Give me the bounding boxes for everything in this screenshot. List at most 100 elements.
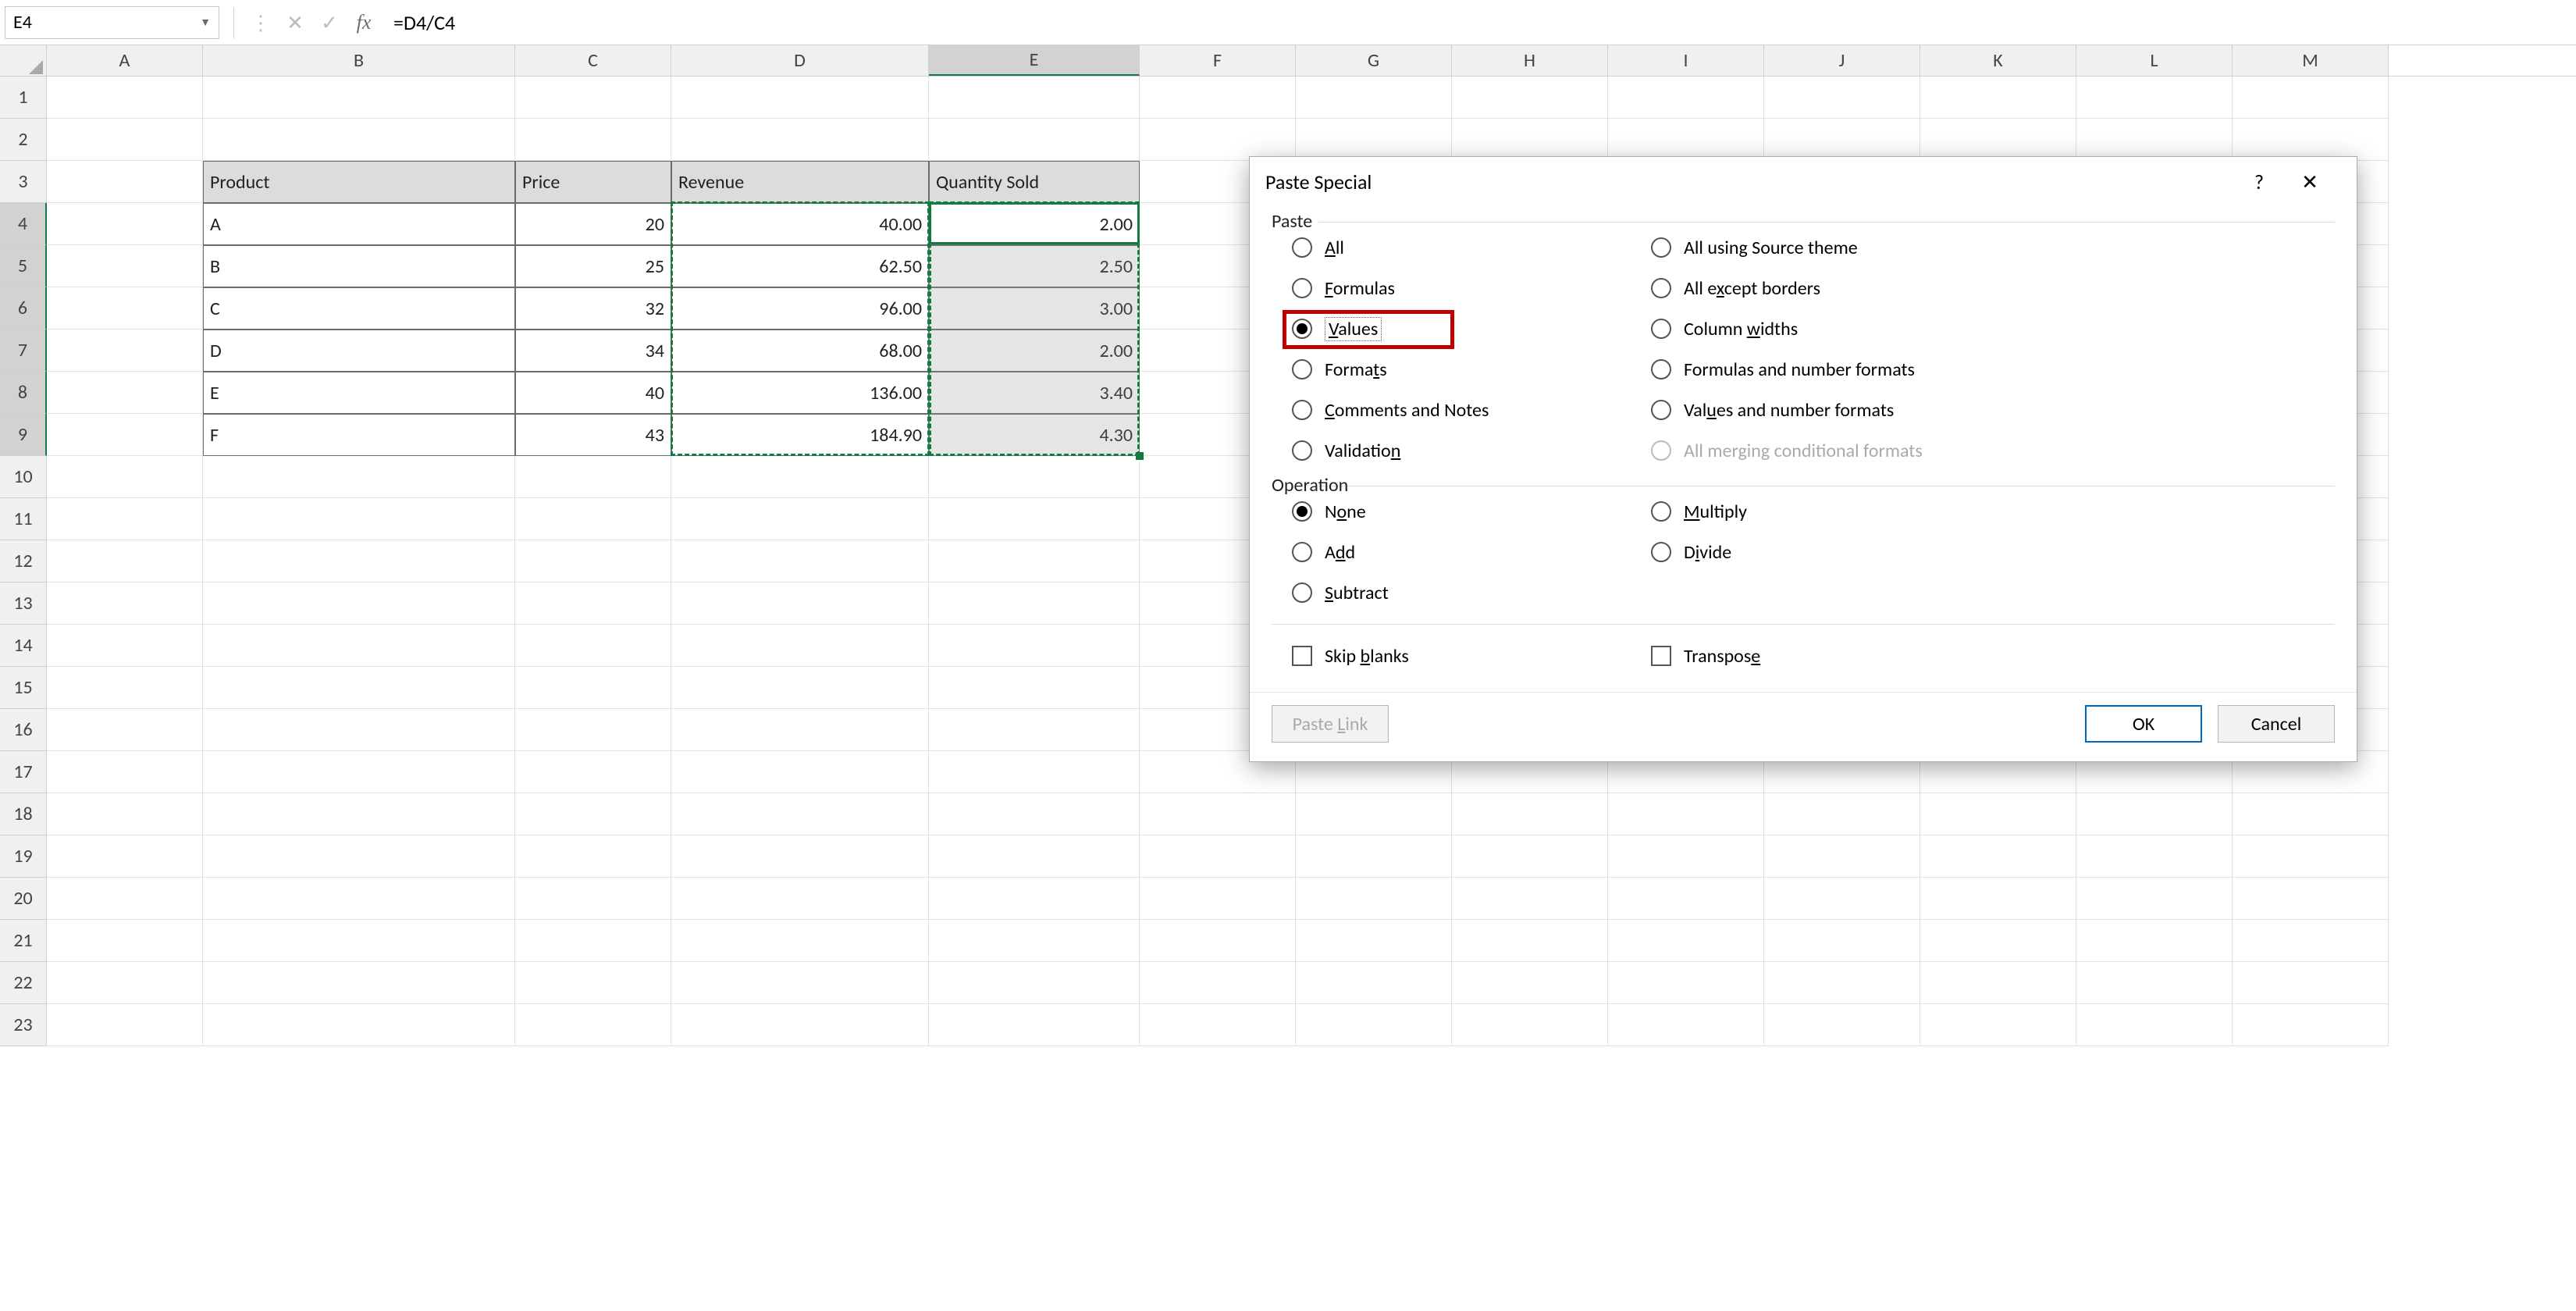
cell[interactable] [1140, 920, 1296, 962]
radio-formulas-nfmt[interactable]: Formulas and number formats [1631, 349, 2335, 390]
cell[interactable] [47, 540, 203, 582]
cell[interactable] [1140, 119, 1296, 161]
cell[interactable] [2233, 878, 2389, 920]
cell[interactable] [47, 962, 203, 1004]
cell[interactable]: 3.40 [929, 372, 1140, 414]
cell[interactable] [1764, 835, 1920, 878]
cell[interactable] [671, 625, 929, 667]
row-header-21[interactable]: 21 [0, 920, 47, 962]
col-header-D[interactable]: D [671, 45, 929, 76]
cell[interactable] [203, 540, 515, 582]
formula-input[interactable] [381, 6, 2576, 39]
col-header-C[interactable]: C [515, 45, 671, 76]
cell[interactable]: E [203, 372, 515, 414]
cell[interactable] [1608, 1004, 1764, 1046]
cell[interactable] [47, 709, 203, 751]
cell[interactable] [2233, 77, 2389, 119]
cell[interactable] [1920, 878, 2076, 920]
cell[interactable] [2076, 1004, 2233, 1046]
cell[interactable] [1608, 835, 1764, 878]
cell[interactable] [47, 372, 203, 414]
radio-none[interactable]: None [1272, 491, 1631, 532]
radio-formulas[interactable]: Formulas [1272, 268, 1631, 308]
cell[interactable] [515, 625, 671, 667]
cancel-formula-icon[interactable]: ✕ [278, 5, 312, 40]
cell[interactable]: 2.00 [929, 203, 1140, 245]
cell[interactable]: 3.00 [929, 287, 1140, 330]
cell[interactable] [929, 709, 1140, 751]
cell[interactable] [1764, 119, 1920, 161]
cell[interactable] [47, 751, 203, 793]
cell[interactable] [671, 793, 929, 835]
checkbox-transpose[interactable]: Transpose [1631, 636, 2335, 676]
cell[interactable]: 34 [515, 330, 671, 372]
name-box-dropdown-icon[interactable]: ▼ [200, 16, 211, 29]
cell[interactable] [515, 456, 671, 498]
cell[interactable] [929, 793, 1140, 835]
cell[interactable] [515, 498, 671, 540]
cell[interactable] [515, 667, 671, 709]
cell[interactable] [203, 1004, 515, 1046]
cell[interactable] [1452, 793, 1608, 835]
row-header-17[interactable]: 17 [0, 751, 47, 793]
radio-all-except-borders[interactable]: All except borders [1631, 268, 2335, 308]
cell[interactable] [929, 77, 1140, 119]
select-all-corner[interactable] [0, 45, 47, 76]
cell[interactable] [1452, 119, 1608, 161]
cell[interactable] [47, 77, 203, 119]
cell[interactable]: 40 [515, 372, 671, 414]
row-header-14[interactable]: 14 [0, 625, 47, 667]
cell[interactable] [47, 245, 203, 287]
cell[interactable] [47, 667, 203, 709]
cell[interactable] [515, 119, 671, 161]
cell[interactable] [929, 119, 1140, 161]
row-header-22[interactable]: 22 [0, 962, 47, 1004]
cell[interactable] [1764, 878, 1920, 920]
cell[interactable] [1764, 920, 1920, 962]
row-header-18[interactable]: 18 [0, 793, 47, 835]
cell[interactable]: 184.90 [671, 414, 929, 456]
cell[interactable] [929, 751, 1140, 793]
col-header-J[interactable]: J [1764, 45, 1920, 76]
cell[interactable] [929, 962, 1140, 1004]
cell[interactable] [203, 835, 515, 878]
fx-icon[interactable]: fx [347, 5, 381, 40]
cell[interactable] [47, 625, 203, 667]
cell[interactable] [929, 498, 1140, 540]
cell[interactable]: 96.00 [671, 287, 929, 330]
cell[interactable]: 2.00 [929, 330, 1140, 372]
cell[interactable] [203, 709, 515, 751]
cancel-button[interactable]: Cancel [2218, 705, 2335, 743]
options-dots-icon[interactable]: ⋮ [244, 5, 278, 40]
cell[interactable] [671, 962, 929, 1004]
col-header-E[interactable]: E [929, 45, 1140, 76]
cell[interactable] [1764, 793, 1920, 835]
radio-multiply[interactable]: Multiply [1631, 491, 2335, 532]
radio-formats[interactable]: Formats [1272, 349, 1631, 390]
cell[interactable] [929, 1004, 1140, 1046]
row-header-23[interactable]: 23 [0, 1004, 47, 1046]
cell[interactable] [2076, 793, 2233, 835]
enter-formula-icon[interactable]: ✓ [312, 5, 347, 40]
cell[interactable] [1140, 77, 1296, 119]
cell[interactable] [515, 582, 671, 625]
row-header-19[interactable]: 19 [0, 835, 47, 878]
cell[interactable] [1920, 962, 2076, 1004]
cell[interactable] [1296, 835, 1452, 878]
cell[interactable]: D [203, 330, 515, 372]
radio-subtract[interactable]: Subtract [1272, 572, 1631, 613]
col-header-M[interactable]: M [2233, 45, 2389, 76]
row-header-7[interactable]: 7 [0, 330, 47, 372]
cell[interactable] [929, 667, 1140, 709]
cell[interactable] [2233, 793, 2389, 835]
row-header-3[interactable]: 3 [0, 161, 47, 203]
cell[interactable] [1608, 119, 1764, 161]
cell[interactable]: 62.50 [671, 245, 929, 287]
cell[interactable] [1608, 878, 1764, 920]
cell[interactable] [671, 498, 929, 540]
radio-add[interactable]: Add [1272, 532, 1631, 572]
cell-revenue-header[interactable]: Revenue [671, 161, 929, 203]
row-header-20[interactable]: 20 [0, 878, 47, 920]
cell[interactable] [2076, 878, 2233, 920]
cell[interactable] [515, 793, 671, 835]
